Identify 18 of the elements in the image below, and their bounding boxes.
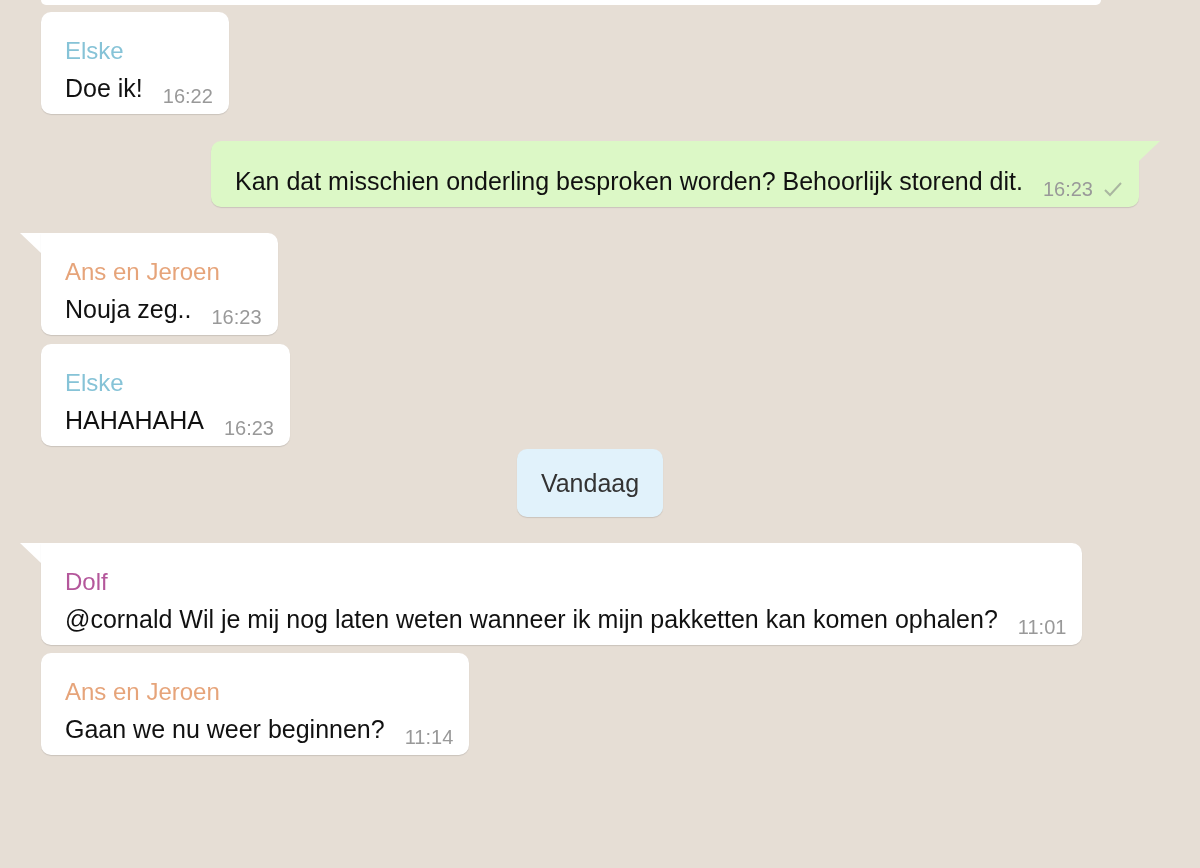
message-text: Gaan we nu weer beginnen? xyxy=(65,714,385,745)
sender-name: Elske xyxy=(65,36,125,66)
message-time: 16:23 xyxy=(223,416,274,440)
message-text: Kan dat misschien onderling besproken worden? Behoorlijk storend dit. xyxy=(234,166,1023,197)
message-time: 16:23 xyxy=(1042,177,1093,201)
message-text: HAHAHAHA xyxy=(65,405,204,436)
message-text: Doe ik! xyxy=(65,73,143,104)
message-time: 16:22 xyxy=(162,84,213,108)
message-time: 11:14 xyxy=(404,725,454,749)
sender-name: Elske xyxy=(65,368,125,398)
sender-name: Ans en Jeroen xyxy=(65,257,221,287)
message-time: 16:23 xyxy=(211,305,262,329)
message-text: Nouja zeg.. xyxy=(65,294,192,325)
message-text: @cornald Wil je mij nog laten weten wanneer ik mijn pakketten kan komen ophalen? xyxy=(65,604,998,635)
date-chip: Vandaag xyxy=(516,449,664,517)
sender-name: Dolf xyxy=(65,567,109,597)
message-time: 11:01 xyxy=(1017,615,1067,639)
sender-name: Ans en Jeroen xyxy=(65,677,221,707)
